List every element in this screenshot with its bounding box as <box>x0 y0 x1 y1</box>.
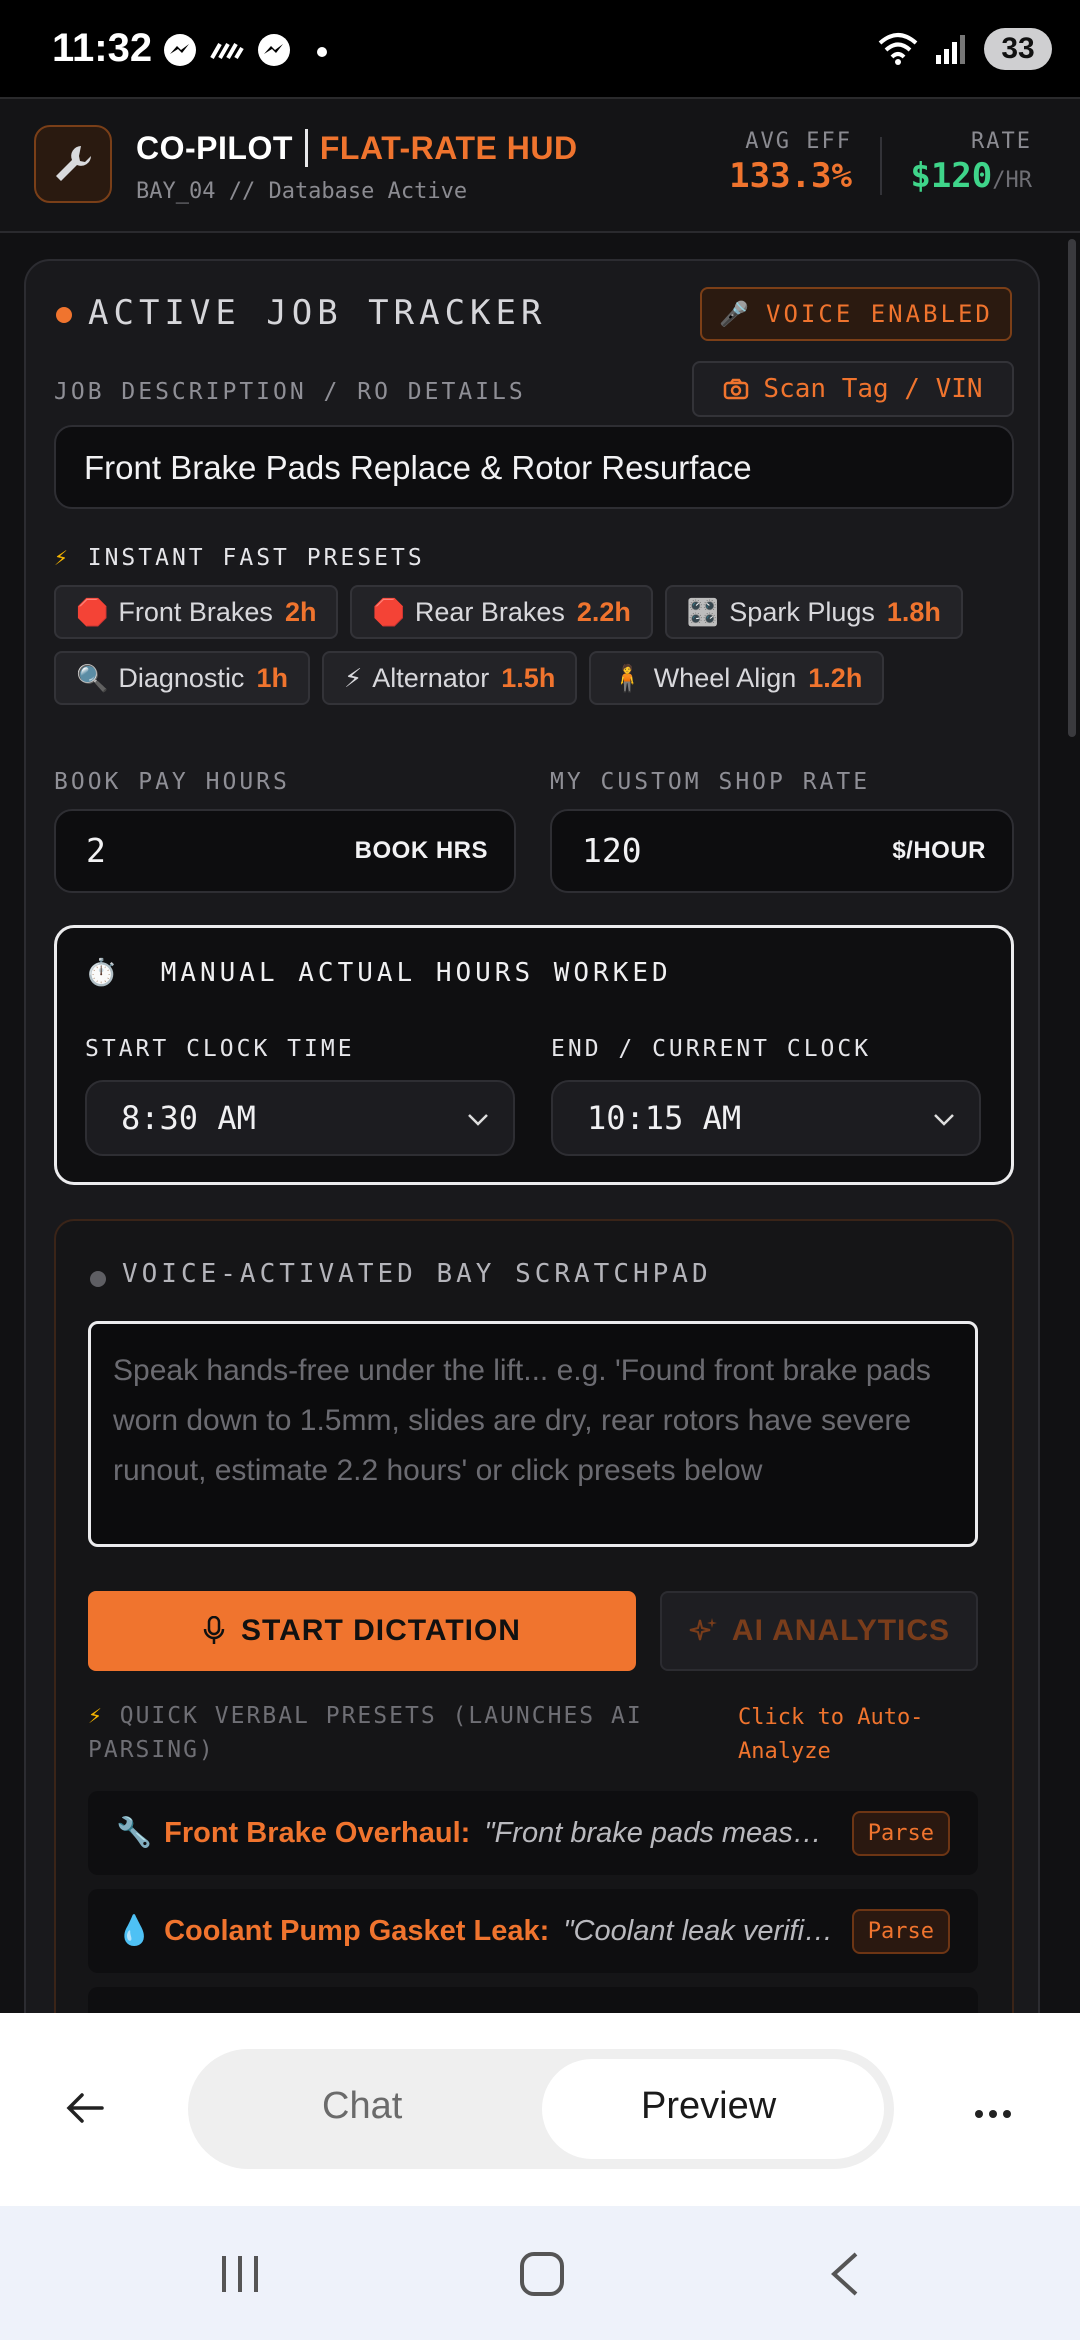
bolt-icon: ⚡ <box>54 545 71 571</box>
scratchpad-textarea[interactable]: Speak hands-free under the lift... e.g. … <box>88 1321 978 1547</box>
cell-signal-icon <box>936 35 965 64</box>
presets-label: ⚡ INSTANT FAST PRESETS <box>54 545 425 571</box>
messenger-icon <box>164 34 196 66</box>
back-arrow-icon[interactable] <box>66 2091 106 2125</box>
status-bar: 11:32 33 <box>0 0 1080 99</box>
verbal-preset-coolant-leak[interactable]: 💧 Coolant Pump Gasket Leak: "Coolant lea… <box>88 1889 978 1973</box>
preset-spark-plugs[interactable]: 🎛️ Spark Plugs 1.8h <box>664 585 963 639</box>
app-header: CO-PILOT FLAT-RATE HUD BAY_04 // Database… <box>0 99 1080 233</box>
preset-row-1: 🛑 Front Brakes 2h 🛑 Rear Brakes 2.2h 🎛️ Spark… <box>54 585 963 639</box>
job-description-input[interactable]: Front Brake Pads Replace & Rotor Resurfa… <box>54 425 1014 509</box>
system-back-icon[interactable] <box>826 2250 862 2298</box>
preset-wheel-align[interactable]: 🧍 Wheel Align 1.2h <box>589 651 885 705</box>
app-preview: CO-PILOT FLAT-RATE HUD BAY_04 // Database… <box>0 99 1080 2013</box>
bottom-bar: Chat Preview <box>0 2013 1080 2206</box>
book-hours-input[interactable]: 2 BOOK HRS <box>54 809 516 893</box>
brand-subtitle: BAY_04 // Database Active <box>136 179 468 204</box>
tab-preview[interactable]: Preview <box>641 2085 776 2128</box>
home-icon[interactable] <box>518 2250 566 2298</box>
wrench-logo-icon <box>34 125 112 203</box>
preset-diagnostic[interactable]: 🔍 Diagnostic 1h <box>54 651 310 705</box>
start-clock-select[interactable]: 8:30 AM <box>85 1080 515 1156</box>
bolt-icon: ⚡ <box>88 1703 104 1729</box>
start-dictation-button[interactable]: START DICTATION <box>88 1591 636 1671</box>
sparkles-icon <box>689 1618 717 1641</box>
quick-presets-label: ⚡ QUICK VERBAL PRESETS (LAUNCHES AI PARS… <box>88 1703 643 1763</box>
avg-eff-stat: AVG EFF 133.3% <box>729 129 852 196</box>
stopwatch-icon: ⏱️ <box>85 958 122 988</box>
scratchpad-status-dot <box>90 1271 106 1287</box>
rate-stat: RATE $120/HR <box>910 129 1032 196</box>
shop-rate-label: MY CUSTOM SHOP RATE <box>550 769 871 795</box>
verbal-preset-front-brake[interactable]: 🔧 Front Brake Overhaul: "Front brake pad… <box>88 1791 978 1875</box>
droplet-icon: 💧 <box>116 1915 153 1947</box>
bolt-icon: ⚡ <box>343 662 363 693</box>
preset-front-brakes[interactable]: 🛑 Front Brakes 2h <box>54 585 339 639</box>
chevron-down-icon <box>934 1114 954 1126</box>
stop-sign-icon: 🛑 <box>76 596 109 627</box>
auto-analyze-hint: Click to Auto-Analyze <box>738 1705 924 1764</box>
recent-apps-icon[interactable] <box>218 2252 262 2296</box>
end-clock-label: END / CURRENT CLOCK <box>551 1036 872 1062</box>
shop-rate-input[interactable]: 120 $/HOUR <box>550 809 1014 893</box>
messenger-icon-2 <box>258 34 290 66</box>
manual-hours-title: ⏱️ MANUAL ACTUAL HOURS WORKED <box>85 958 672 988</box>
parse-button[interactable]: Parse <box>851 1810 950 1856</box>
parse-button[interactable]: Parse <box>851 1908 950 1954</box>
person-icon: 🧍 <box>611 662 644 693</box>
ai-analytics-button[interactable]: AI ANALYTICS <box>660 1591 978 1671</box>
scratchpad-panel: VOICE-ACTIVATED BAY SCRATCHPAD Speak han… <box>54 1219 1014 2013</box>
scratchpad-title: VOICE-ACTIVATED BAY SCRATCHPAD <box>122 1259 712 1289</box>
scan-tag-vin-button[interactable]: Scan Tag / VIN <box>692 361 1014 417</box>
preset-alternator[interactable]: ⚡ Alternator 1.5h <box>321 651 578 705</box>
job-tracker-card: ACTIVE JOB TRACKER 🎤 VOICE ENABLED JOB DE… <box>24 259 1040 2013</box>
manual-hours-panel: ⏱️ MANUAL ACTUAL HOURS WORKED START CLOC… <box>54 925 1014 1185</box>
battery-indicator: 33 <box>984 28 1052 70</box>
scrollbar[interactable] <box>1068 239 1076 737</box>
magnifier-icon: 🔍 <box>76 662 109 693</box>
microphone-icon: 🎤 <box>719 300 753 328</box>
system-nav-bar <box>0 2206 1080 2340</box>
end-clock-select[interactable]: 10:15 AM <box>551 1080 981 1156</box>
notification-dot-icon <box>317 47 327 57</box>
more-options-icon[interactable] <box>974 2109 1012 2119</box>
preset-rear-brakes[interactable]: 🛑 Rear Brakes 2.2h <box>350 585 653 639</box>
brand-title: CO-PILOT FLAT-RATE HUD <box>136 129 578 167</box>
verbal-preset-partial[interactable] <box>88 1987 978 2013</box>
microphone-icon <box>203 1616 225 1644</box>
wifi-icon <box>878 33 918 65</box>
book-hours-label: BOOK PAY HOURS <box>54 769 290 795</box>
wrench-icon: 🔧 <box>116 1817 153 1849</box>
signal-slash-icon <box>210 43 244 60</box>
start-clock-label: START CLOCK TIME <box>85 1036 355 1062</box>
stop-sign-icon: 🛑 <box>372 596 405 627</box>
status-time: 11:32 <box>52 26 153 70</box>
voice-enabled-badge[interactable]: 🎤 VOICE ENABLED <box>700 287 1012 341</box>
camera-icon <box>724 378 749 400</box>
tracker-title: ACTIVE JOB TRACKER <box>88 293 547 333</box>
status-dot <box>56 307 72 323</box>
preset-row-2: 🔍 Diagnostic 1h ⚡ Alternator 1.5h 🧍 Wheel Ali… <box>54 651 885 705</box>
tab-chat[interactable]: Chat <box>322 2085 402 2128</box>
job-description-label: JOB DESCRIPTION / RO DETAILS <box>54 379 526 405</box>
control-knobs-icon: 🎛️ <box>686 596 720 627</box>
chevron-down-icon <box>468 1114 488 1126</box>
